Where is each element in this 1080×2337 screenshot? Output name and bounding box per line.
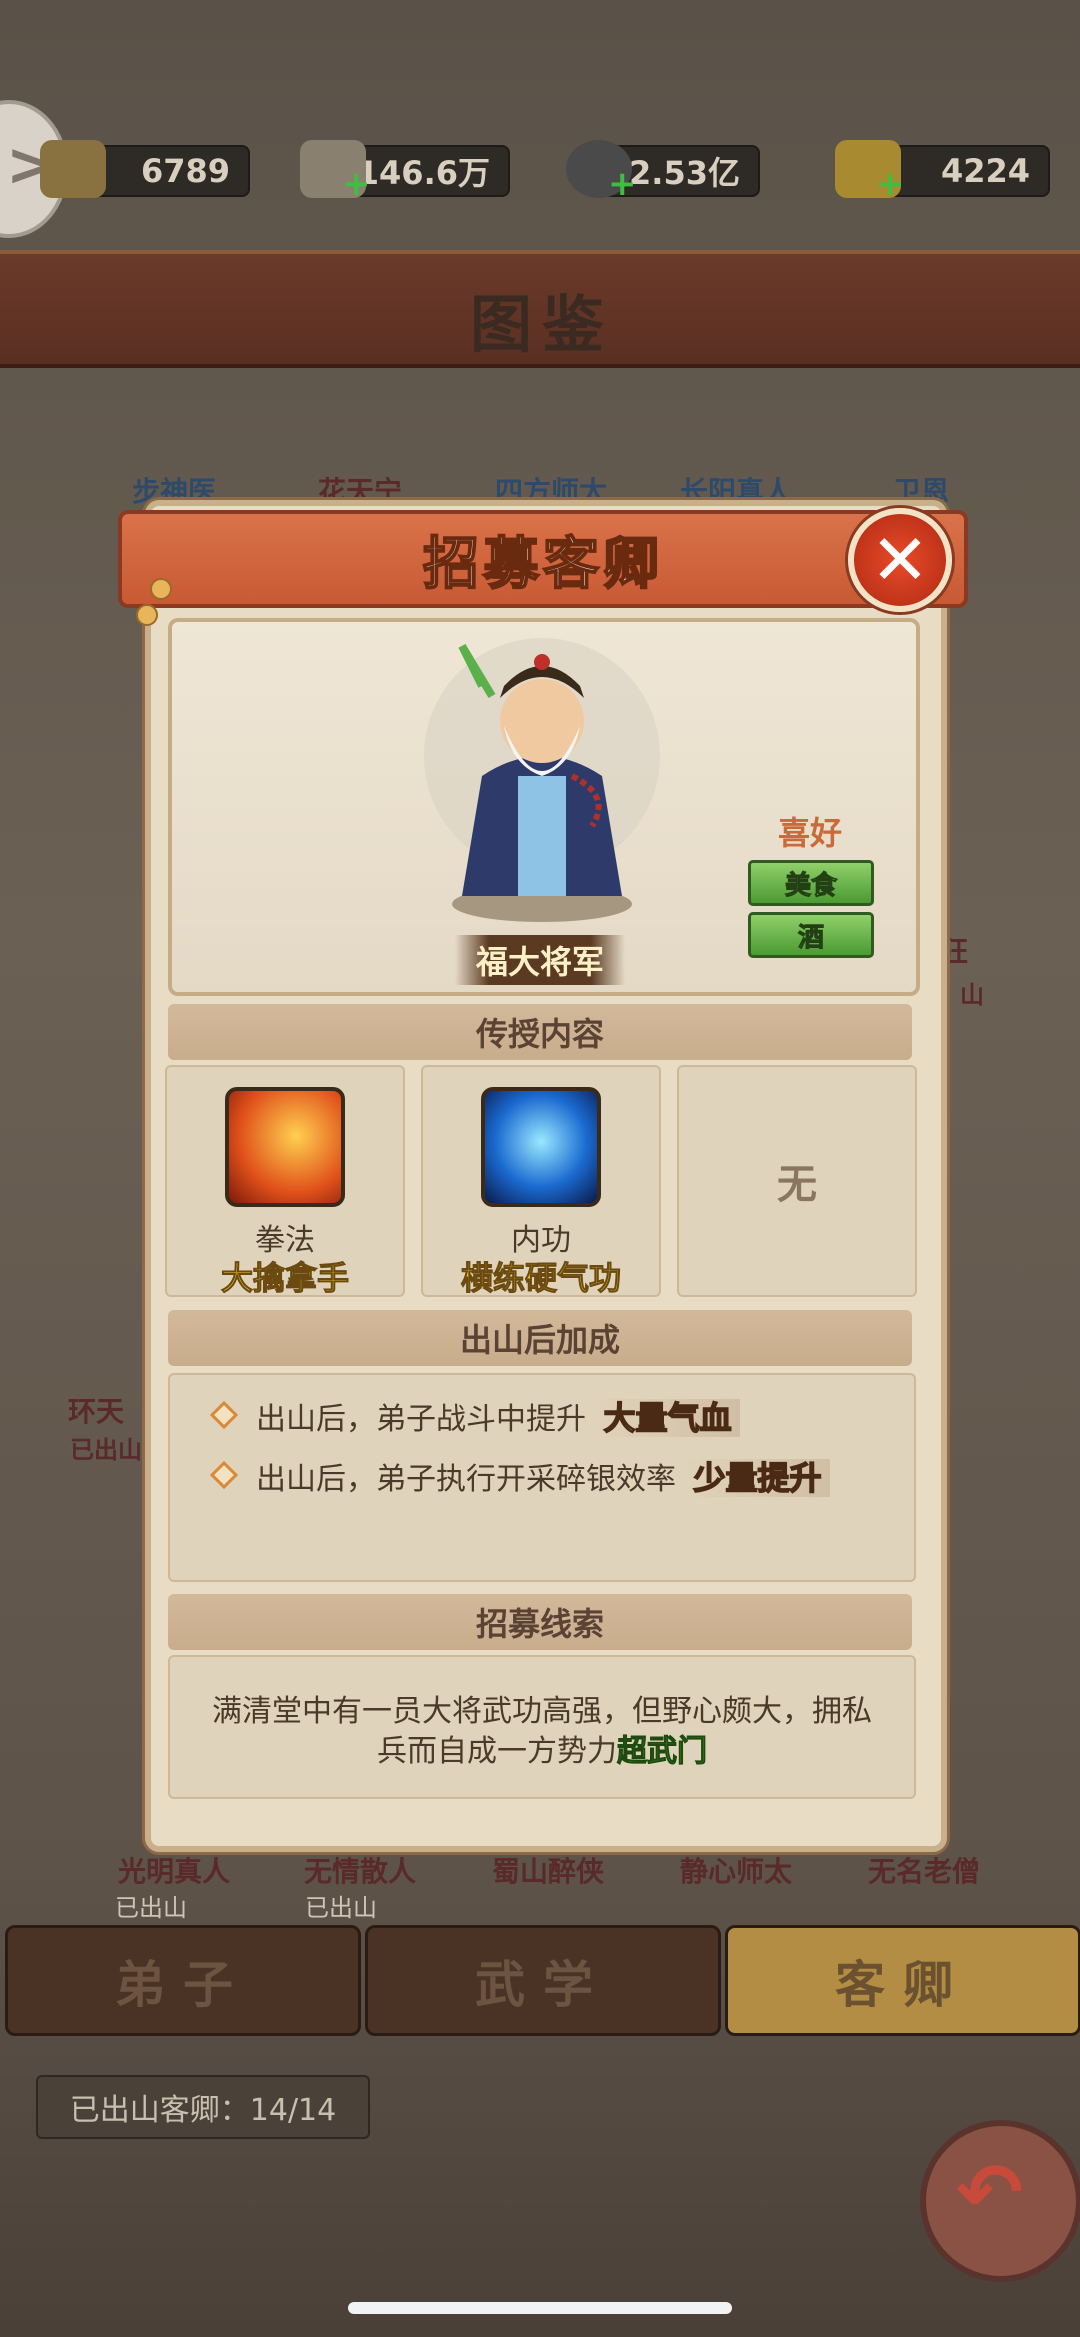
skill-slot[interactable]: 拳法 大擒拿手 <box>165 1065 405 1298</box>
tab-guests[interactable]: 客卿 <box>725 1925 1080 2036</box>
roster-name[interactable]: 蜀山醉侠 <box>492 1850 604 1890</box>
clue-section-header: 招募线索 <box>168 1594 912 1650</box>
roster-status: 已出山 <box>70 1436 142 1464</box>
bonus-item: 出山后，弟子执行开采碎银效率 少量提升 <box>256 1453 830 1499</box>
hobby-title: 喜好 <box>778 814 843 852</box>
plus-icon[interactable]: + <box>876 167 905 201</box>
roster-name[interactable]: 无名老僧 <box>868 1850 980 1890</box>
clue-highlight[interactable]: 超武门 <box>617 1734 708 1770</box>
page-title: 图鉴 <box>470 288 615 361</box>
close-icon: ✕ <box>870 519 930 601</box>
dialog-header: 招募客卿 <box>118 510 968 608</box>
character-portrait <box>424 638 660 922</box>
character-name: 福大将军 <box>455 935 625 985</box>
roster-name[interactable]: 静心师太 <box>680 1850 792 1890</box>
tab-disciples[interactable]: 弟子 <box>5 1925 361 2036</box>
hobby-badge: 美食 <box>748 860 874 906</box>
skill-name: 大擒拿手 <box>220 1259 349 1298</box>
clue-text: 满清堂中有一员大将武功高强，但野心颇大，拥私兵而自成一方势力超武门 <box>212 1694 872 1770</box>
close-button[interactable]: ✕ <box>848 508 952 612</box>
bonus-list: 出山后，弟子战斗中提升 大量气血 出山后，弟子执行开采碎银效率 少量提升 <box>168 1373 916 1582</box>
bonus-tag: 大量气血 <box>595 1398 740 1438</box>
plus-icon[interactable]: + <box>608 167 637 201</box>
roster-status: 山 <box>960 981 984 1009</box>
skill-slot[interactable]: 内功 横练硬气功 <box>421 1065 661 1298</box>
fist-skill-icon <box>225 1087 345 1207</box>
bonus-tag: 少量提升 <box>685 1458 830 1498</box>
diamond-bullet-icon <box>209 1460 239 1490</box>
return-arrow-icon: ↶ <box>956 2146 1024 2239</box>
bonus-section-header: 出山后加成 <box>168 1310 912 1366</box>
empty-slot-label: 无 <box>777 1162 817 1208</box>
bonus-item: 出山后，弟子战斗中提升 大量气血 <box>256 1393 740 1439</box>
plus-icon[interactable]: + <box>342 167 371 201</box>
roster-status: 已出山 <box>305 1894 377 1922</box>
hobby-badge: 酒 <box>748 912 874 958</box>
page-title-band: 图鉴 <box>0 250 1080 368</box>
clue-box: 满清堂中有一员大将武功高强，但野心颇大，拥私兵而自成一方势力超武门 <box>168 1655 916 1799</box>
roster-name[interactable]: 无情散人 <box>304 1850 416 1890</box>
bonus-text: 出山后，弟子执行开采碎银效率 <box>256 1462 676 1497</box>
home-indicator[interactable] <box>348 2302 732 2314</box>
roster-name[interactable]: 光明真人 <box>118 1850 230 1890</box>
dialog-title: 招募客卿 <box>422 531 663 598</box>
bonus-text: 出山后，弟子战斗中提升 <box>256 1402 586 1437</box>
diamond-bullet-icon <box>209 1400 239 1430</box>
guest-count: 已出山客卿：14/14 <box>36 2075 370 2139</box>
flower-ornament-icon <box>136 604 158 626</box>
return-button[interactable]: ↶ <box>920 2120 1080 2282</box>
roster-status: 已出山 <box>115 1894 187 1922</box>
coin-pouch-icon <box>40 140 106 198</box>
inner-power-skill-icon <box>481 1087 601 1207</box>
teach-section-header: 传授内容 <box>168 1004 912 1060</box>
roster-name[interactable]: 环天 <box>68 1390 124 1430</box>
flower-ornament-icon <box>150 578 172 600</box>
skill-name: 横练硬气功 <box>460 1259 621 1298</box>
skill-slot-empty: 无 <box>677 1065 917 1297</box>
tab-martial-arts[interactable]: 武学 <box>365 1925 721 2036</box>
